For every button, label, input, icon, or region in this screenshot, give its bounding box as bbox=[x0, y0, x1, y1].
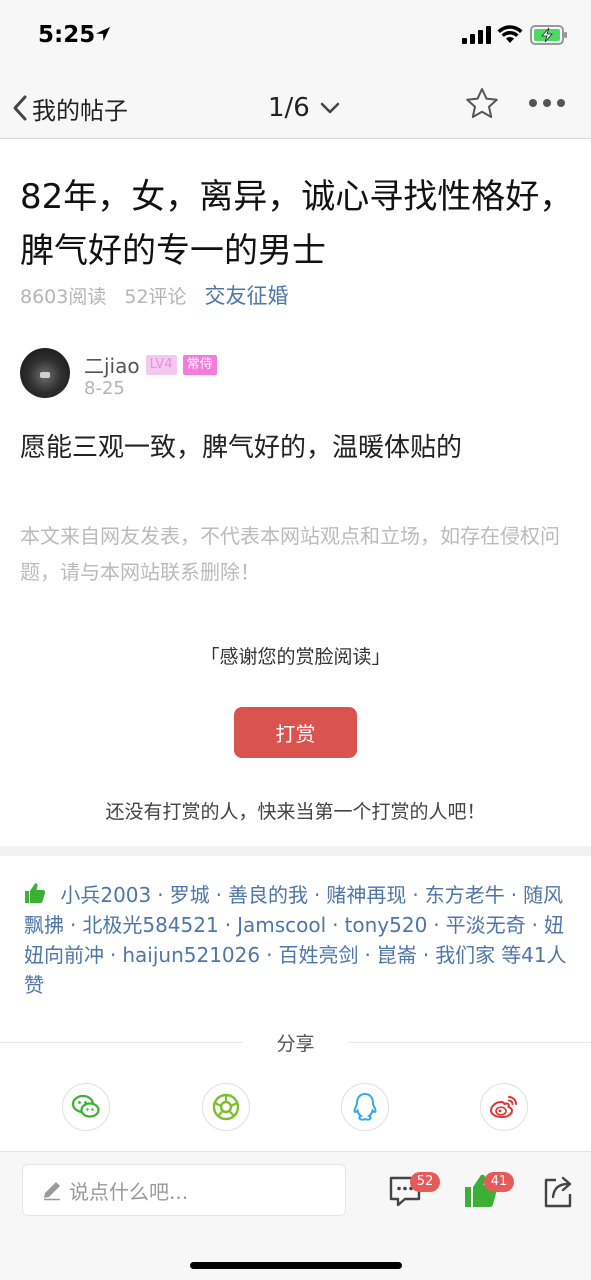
share-label: 分享 bbox=[276, 1033, 315, 1055]
section-divider bbox=[0, 846, 591, 856]
read-count: 8603阅读 bbox=[20, 285, 107, 308]
battery-charging-icon bbox=[530, 25, 567, 45]
share-qq-button[interactable] bbox=[341, 1083, 389, 1131]
more-icon[interactable] bbox=[528, 96, 566, 110]
category-link[interactable]: 交友征婚 bbox=[205, 280, 289, 310]
like-separator: · bbox=[332, 913, 339, 937]
share-weibo-button[interactable] bbox=[480, 1083, 528, 1131]
chevron-down-icon bbox=[320, 102, 340, 114]
share-icon[interactable] bbox=[542, 1170, 574, 1210]
like-separator: · bbox=[433, 913, 440, 937]
like-separator: · bbox=[110, 943, 117, 967]
post-title: 82年，女，离异，诚心寻找性格好，脾气好的专一的男士 bbox=[20, 177, 574, 271]
share-moments-button[interactable] bbox=[202, 1083, 250, 1131]
back-button[interactable]: 我的帖子 bbox=[10, 88, 128, 128]
like-user[interactable]: 小兵2003 bbox=[60, 883, 151, 907]
status-bar: 5:25 bbox=[0, 0, 591, 76]
like-separator: · bbox=[215, 883, 222, 907]
comment-input[interactable]: 说点什么吧... bbox=[22, 1164, 346, 1216]
author-info: 二jiao LV4 常侍 bbox=[84, 350, 217, 379]
like-separator: · bbox=[412, 883, 419, 907]
like-user[interactable]: Jamscool bbox=[237, 913, 326, 937]
comment-count-badge: 52 bbox=[410, 1172, 440, 1192]
home-indicator bbox=[190, 1262, 402, 1269]
post-body: 愿能三观一致，脾气好的，温暖体贴的 bbox=[20, 433, 463, 463]
share-wechat-button[interactable] bbox=[62, 1083, 110, 1131]
like-user[interactable]: 善良的我 bbox=[228, 883, 308, 907]
chevron-left-icon bbox=[13, 95, 27, 121]
thumbs-up-icon bbox=[25, 883, 46, 903]
like-separator: · bbox=[70, 913, 77, 937]
reward-empty-text: 还没有打赏的人，快来当第一个打赏的人吧！ bbox=[105, 801, 486, 823]
like-separator: · bbox=[510, 883, 518, 907]
like-user[interactable]: 我们家 bbox=[435, 943, 495, 967]
like-user[interactable]: 崑崙 bbox=[377, 943, 417, 967]
like-separator: · bbox=[313, 883, 321, 907]
moments-icon bbox=[212, 1093, 240, 1121]
like-separator: · bbox=[266, 943, 273, 967]
back-label: 我的帖子 bbox=[32, 96, 128, 125]
like-separator: · bbox=[422, 943, 430, 967]
like-separator: · bbox=[157, 883, 164, 907]
status-time: 5:25 bbox=[38, 22, 96, 48]
like-user[interactable]: 百姓亮剑 bbox=[278, 943, 358, 967]
post-meta: 8603阅读 52评论 交友征婚 bbox=[20, 282, 307, 308]
like-separator: · bbox=[364, 943, 371, 967]
qq-icon bbox=[353, 1092, 377, 1121]
level-badge: LV4 bbox=[145, 354, 177, 375]
rank-badge: 常侍 bbox=[182, 354, 217, 375]
like-user[interactable]: tony520 bbox=[345, 913, 428, 937]
page-indicator: 1/6 bbox=[268, 93, 310, 123]
like-user[interactable]: 东方老牛 bbox=[425, 883, 505, 907]
signal-icon bbox=[462, 26, 491, 44]
like-user[interactable]: 平淡无奇 bbox=[446, 913, 526, 937]
star-icon[interactable] bbox=[464, 86, 500, 122]
reward-thanks-text: 「感谢您的赏脸阅读」 bbox=[200, 646, 391, 668]
avatar[interactable] bbox=[20, 348, 70, 398]
reward-button[interactable]: 打赏 bbox=[234, 707, 357, 758]
like-separator: · bbox=[531, 913, 539, 937]
comment-placeholder: 说点什么吧... bbox=[69, 1179, 189, 1204]
location-arrow-icon bbox=[96, 27, 110, 41]
post-date: 8-25 bbox=[84, 378, 125, 399]
author-name[interactable]: 二jiao bbox=[84, 350, 140, 379]
bottom-bar: 说点什么吧... 52 41 bbox=[0, 1151, 591, 1280]
weibo-icon bbox=[489, 1096, 517, 1119]
like-user[interactable]: 北极光584521 bbox=[82, 913, 218, 937]
like-list: 小兵2003 · 罗城 · 善良的我 · 赌神再现 · 东方老牛 · 随风飘拂 · 北极光584521 ·… bbox=[24, 880, 569, 1000]
like-count-badge: 41 bbox=[484, 1172, 514, 1192]
wechat-icon bbox=[71, 1094, 100, 1118]
wifi-icon bbox=[497, 25, 523, 43]
like-user[interactable]: haijun521026 bbox=[122, 943, 260, 967]
nav-bar: 我的帖子 1/6 bbox=[0, 76, 591, 139]
like-separator: · bbox=[224, 913, 232, 937]
comment-count: 52评论 bbox=[124, 285, 187, 308]
like-user[interactable]: 罗城 bbox=[170, 883, 210, 907]
page-selector[interactable]: 1/6 bbox=[268, 88, 340, 128]
like-user[interactable]: 赌神再现 bbox=[326, 883, 406, 907]
disclaimer: 本文来自网友发表，不代表本网站观点和立场，如存在侵权问题，请与本网站联系删除！ bbox=[20, 524, 560, 584]
pencil-icon bbox=[44, 1182, 60, 1201]
